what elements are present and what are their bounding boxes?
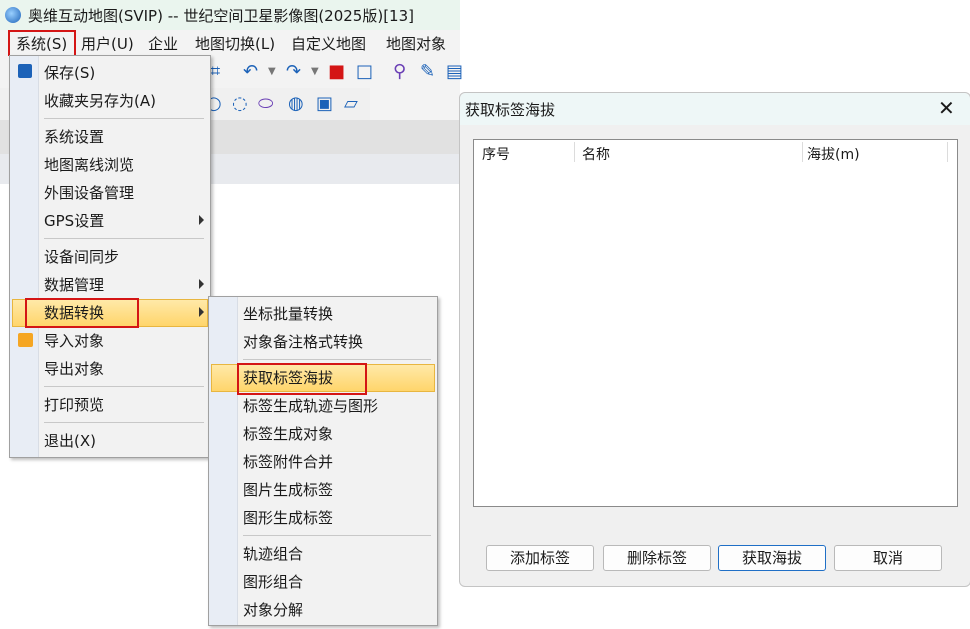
label-list[interactable]: 序号 名称 海拔(m) [473, 139, 958, 507]
menu-user[interactable]: 用户(U) [81, 33, 134, 54]
menu-custom-map[interactable]: 自定义地图 [291, 33, 366, 54]
submenu-arrow-icon [199, 307, 204, 317]
menu-item-shapes-to-labels[interactable]: 图形生成标签 [243, 508, 333, 528]
menu-item-images-to-labels[interactable]: 图片生成标签 [243, 480, 333, 500]
menu-map-objects[interactable]: 地图对象 [386, 33, 446, 54]
submenu-arrow-icon [199, 215, 204, 225]
cancel-button[interactable]: 取消 [834, 545, 942, 571]
menu-separator [44, 238, 204, 239]
import-icon [18, 333, 33, 347]
menu-separator [44, 118, 204, 119]
system-menu-dropdown: 保存(S) 收藏夹另存为(A) 系统设置 地图离线浏览 外围设备管理 GPS设置… [9, 55, 211, 458]
menu-item-device-sync[interactable]: 设备间同步 [44, 247, 119, 267]
column-divider [574, 142, 575, 162]
menu-enterprise[interactable]: 企业 [148, 33, 178, 54]
menu-item-import-objects[interactable]: 导入对象 [44, 331, 104, 351]
list-header: 序号 名称 海拔(m) [474, 140, 949, 164]
menu-item-merge-label-attachments[interactable]: 标签附件合并 [243, 452, 333, 472]
select-box-icon[interactable]: □ [356, 62, 373, 82]
menu-gutter [10, 56, 39, 457]
add-label-button[interactable]: 添加标签 [486, 545, 594, 571]
ellipse-icon[interactable]: ⬭ [258, 94, 273, 114]
draw-polygon-icon[interactable]: ⌗ [210, 62, 220, 82]
close-icon[interactable]: ✕ [938, 96, 955, 120]
delete-label-button[interactable]: 删除标签 [603, 545, 711, 571]
menu-item-save[interactable]: 保存(S) [44, 63, 95, 83]
undo-icon[interactable]: ↶ [243, 62, 258, 82]
menu-separator [243, 535, 431, 536]
menu-item-exit[interactable]: 退出(X) [44, 431, 96, 451]
save-icon [18, 64, 32, 78]
menu-item-export-objects[interactable]: 导出对象 [44, 359, 104, 379]
filled-circle-icon[interactable]: ◍ [288, 94, 304, 114]
delete-icon[interactable]: ■ [328, 62, 345, 82]
menu-separator [243, 359, 431, 360]
menu-item-gps-settings[interactable]: GPS设置 [44, 211, 104, 231]
menu-item-offline-browse[interactable]: 地图离线浏览 [44, 155, 134, 175]
get-elevation-dialog: 获取标签海拔 ✕ 序号 名称 海拔(m) 添加标签 删除标签 获取海拔 取消 [459, 92, 970, 587]
ruler-icon[interactable]: ▤ [446, 62, 463, 82]
measure-icon[interactable]: ✎ [420, 62, 435, 82]
menu-gutter [209, 297, 238, 625]
rounded-rect-icon[interactable]: ▣ [316, 94, 333, 114]
menu-item-decompose-object[interactable]: 对象分解 [243, 600, 303, 620]
get-elevation-button[interactable]: 获取海拔 [718, 545, 826, 571]
menu-item-data-management[interactable]: 数据管理 [44, 275, 104, 295]
menu-item-print-preview[interactable]: 打印预览 [44, 395, 104, 415]
column-divider [947, 142, 948, 162]
dialog-title: 获取标签海拔 [465, 101, 556, 119]
menu-separator [44, 386, 204, 387]
menu-item-save-favorites-as[interactable]: 收藏夹另存为(A) [44, 91, 156, 111]
menu-item-remark-format-convert[interactable]: 对象备注格式转换 [243, 332, 363, 352]
undo-dropdown-icon[interactable]: ▼ [268, 62, 276, 82]
menu-map-switch[interactable]: 地图切换(L) [195, 33, 275, 54]
menu-item-combine-tracks[interactable]: 轨迹组合 [243, 544, 303, 564]
column-header-name[interactable]: 名称 [582, 144, 610, 164]
menu-item-labels-to-track-shape[interactable]: 标签生成轨迹与图形 [243, 396, 378, 416]
column-header-index[interactable]: 序号 [482, 144, 510, 164]
menu-item-labels-to-objects[interactable]: 标签生成对象 [243, 424, 333, 444]
placemark-icon[interactable]: ⚲ [393, 62, 406, 82]
annotation-box-data-conversion [25, 298, 139, 328]
title-bar: 奥维互动地图(SVIP) -- 世纪空间卫星影像图(2025版)[13] [0, 0, 460, 30]
menu-item-peripheral-devices[interactable]: 外围设备管理 [44, 183, 134, 203]
submenu-arrow-icon [199, 279, 204, 289]
menu-separator [44, 422, 204, 423]
data-conversion-submenu: 坐标批量转换 对象备注格式转换 获取标签海拔 标签生成轨迹与图形 标签生成对象 … [208, 296, 438, 626]
redo-icon[interactable]: ↷ [286, 62, 301, 82]
window-title: 奥维互动地图(SVIP) -- 世纪空间卫星影像图(2025版)[13] [28, 7, 414, 25]
redo-dropdown-icon[interactable]: ▼ [311, 62, 319, 82]
column-header-elevation[interactable]: 海拔(m) [807, 144, 860, 164]
annotation-box-get-label-elevation [237, 363, 367, 395]
app-logo-icon [5, 7, 21, 23]
column-divider [802, 142, 803, 162]
menu-item-system-settings[interactable]: 系统设置 [44, 127, 104, 147]
menu-item-batch-coordinate-convert[interactable]: 坐标批量转换 [243, 304, 333, 324]
arc-icon[interactable]: ◌ [232, 94, 248, 114]
menu-item-combine-shapes[interactable]: 图形组合 [243, 572, 303, 592]
polygon-icon[interactable]: ▱ [344, 94, 358, 114]
